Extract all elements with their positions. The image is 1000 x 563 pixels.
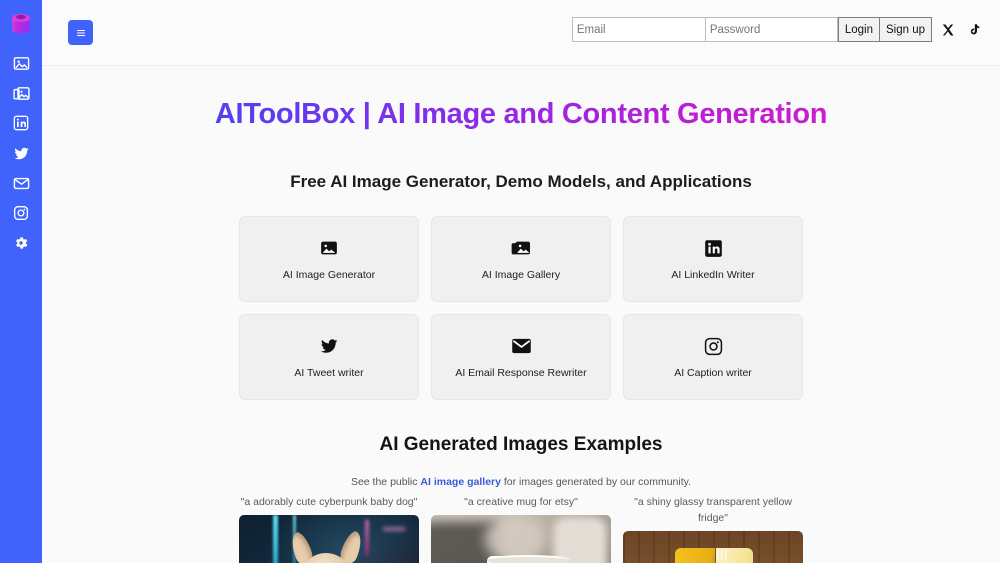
example-caption: "a creative mug for etsy" [464,496,578,508]
tiktok-icon [970,24,979,35]
signup-button[interactable]: Sign up [878,17,932,42]
tool-card-ai-image-generator[interactable]: AI Image Generator [239,216,419,302]
page-title: AIToolBox | AI Image and Content Generat… [62,98,980,131]
tool-card-label: AI Tweet writer [294,367,364,379]
examples-grid: "a adorably cute cyberpunk baby dog" "a … [239,494,803,563]
examples-section-title: AI Generated Images Examples [379,434,663,455]
example-image-cyberpunk-dog[interactable] [239,515,419,563]
email-field[interactable] [571,17,705,42]
tool-card-ai-image-gallery[interactable]: AI Image Gallery [431,216,611,302]
hamburger-menu-button[interactable] [68,20,93,45]
example-image-yellow-fridge[interactable] [623,531,803,563]
sidebar-item-image-gallery[interactable] [6,78,36,108]
main-area: Login Sign up AIToolBox | AI Image and C… [42,0,1000,563]
ai-image-gallery-link[interactable]: AI image gallery [420,476,501,488]
aitoolbox-logo[interactable] [6,8,36,38]
example-item: "a shiny glassy transparent yellow fridg… [623,494,803,563]
tool-card-ai-email-response-rewriter[interactable]: AI Email Response Rewriter [431,314,611,400]
sidebar-nav [6,48,36,258]
example-caption: "a shiny glassy transparent yellow fridg… [634,496,792,524]
example-item: "a adorably cute cyberpunk baby dog" [239,494,419,563]
social-link-tiktok[interactable] [964,19,984,41]
topbar: Login Sign up [42,0,1000,66]
password-field[interactable] [704,17,838,42]
sidebar-item-settings[interactable] [6,228,36,258]
gallery-note-after: for images generated by our community. [500,476,692,488]
image-icon [319,237,339,259]
sidebar [0,0,42,563]
auth-controls: Login Sign up [571,17,984,42]
tool-card-label: AI Image Generator [282,269,376,281]
envelope-icon [511,335,532,357]
linkedin-icon [704,237,723,259]
tool-cards-grid: AI Image Generator AI Image Gallery AI L… [239,216,803,400]
login-button[interactable]: Login [837,17,879,42]
x-twitter-icon [942,24,954,35]
tool-card-label: AI Image Gallery [481,269,561,281]
page-subtitle: Free AI Image Generator, Demo Models, an… [290,172,752,191]
tool-card-label: AI Email Response Rewriter [455,367,587,379]
social-link-x[interactable] [938,19,958,41]
sidebar-item-image-generator[interactable] [6,48,36,78]
images-stack-icon [510,237,532,259]
example-caption: "a adorably cute cyberpunk baby dog" [240,496,418,508]
app-root: Login Sign up AIToolBox | AI Image and C… [0,0,1000,563]
sidebar-item-linkedin[interactable] [6,108,36,138]
sidebar-item-twitter[interactable] [6,138,36,168]
example-image-etsy-mug[interactable] [431,515,611,563]
instagram-icon [704,335,723,357]
tool-card-ai-linkedin-writer[interactable]: AI LinkedIn Writer [623,216,803,302]
sidebar-item-instagram[interactable] [6,198,36,228]
tool-card-ai-caption-writer[interactable]: AI Caption writer [623,314,803,400]
hamburger-icon [76,29,85,36]
tool-card-label: AI Caption writer [674,367,752,379]
tool-card-label: AI LinkedIn Writer [671,269,755,281]
page-content: AIToolBox | AI Image and Content Generat… [42,66,1000,563]
tool-card-ai-tweet-writer[interactable]: AI Tweet writer [239,314,419,400]
twitter-bird-icon [319,335,340,357]
example-item: "a creative mug for etsy" [431,494,611,563]
gallery-note: See the public AI image gallery for imag… [62,476,980,488]
sidebar-item-email[interactable] [6,168,36,198]
gallery-note-before: See the public [350,476,421,488]
